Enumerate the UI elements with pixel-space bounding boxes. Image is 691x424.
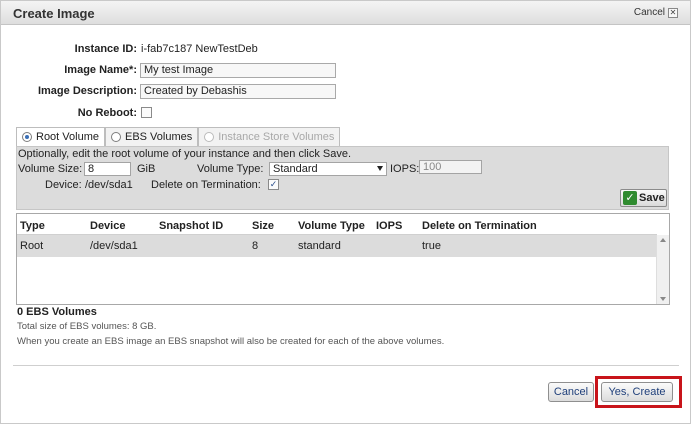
volume-type-label: Volume Type: [197, 163, 264, 175]
dropdown-arrow-icon [377, 166, 383, 171]
volume-tabs: Root Volume EBS Volumes Instance Store V… [16, 127, 341, 146]
column-header: Delete on Termination [422, 220, 537, 232]
table-cell: Root [20, 240, 44, 252]
iops-label: IOPS: [390, 163, 420, 175]
delete-on-termination-label: Delete on Termination: [151, 179, 261, 191]
volume-size-input[interactable]: 8 [84, 162, 131, 176]
root-volume-panel: Optionally, edit the root volume of your… [16, 146, 669, 210]
root-volume-instructions: Optionally, edit the root volume of your… [18, 148, 352, 160]
table-cell: standard [298, 240, 341, 252]
instance-id-row: Instance ID: i-fab7c187 NewTestDeb [1, 41, 691, 59]
dialog-titlebar: Create Image Cancel ✕ [1, 1, 690, 25]
table-row[interactable]: Root /dev/sda1 8 standard true [17, 235, 657, 257]
tab-instance-store-volumes-label: Instance Store Volumes [218, 131, 335, 143]
image-description-row: Image Description: Created by Debashis [1, 83, 691, 101]
tab-ebs-volumes-label: EBS Volumes [124, 131, 193, 143]
snapshot-note: When you create an EBS image an EBS snap… [17, 336, 445, 347]
table-cell: /dev/sda1 [90, 240, 138, 252]
column-header: Volume Type [298, 220, 365, 232]
volume-type-select[interactable]: Standard [269, 162, 387, 176]
dialog-title: Create Image [13, 6, 95, 21]
tab-ebs-volumes[interactable]: EBS Volumes [104, 127, 199, 146]
instance-id-value: i-fab7c187 NewTestDeb [141, 43, 258, 55]
volumes-table: Type Device Snapshot ID Size Volume Type… [16, 213, 670, 305]
tab-root-volume[interactable]: Root Volume [16, 127, 105, 146]
column-header: Size [252, 220, 275, 232]
cancel-button[interactable]: Cancel [548, 382, 594, 402]
image-description-label: Image Description: [37, 85, 137, 97]
tab-root-volume-label: Root Volume [36, 131, 99, 143]
no-reboot-checkbox[interactable] [141, 107, 152, 118]
device-value: /dev/sda1 [85, 179, 133, 191]
checkmark-icon: ✓ [623, 191, 637, 205]
column-header: Device [90, 220, 126, 232]
volume-size-unit: GiB [137, 163, 156, 175]
cancel-button-label: Cancel [553, 386, 589, 398]
volume-size-label: Volume Size: [18, 163, 83, 175]
image-name-input[interactable]: My test Image [140, 63, 336, 78]
volume-type-selected: Standard [273, 163, 318, 175]
create-image-dialog: Create Image Cancel ✕ Instance ID: i-fab… [0, 0, 691, 424]
image-name-label: Image Name*: [64, 64, 137, 76]
delete-on-termination-checkbox[interactable]: ✓ [268, 179, 279, 190]
iops-input[interactable]: 100 [419, 160, 482, 174]
save-button-label: Save [639, 192, 665, 204]
save-button[interactable]: ✓ Save [620, 189, 667, 207]
image-description-input[interactable]: Created by Debashis [140, 84, 336, 99]
table-cell: true [422, 240, 441, 252]
radio-selected-icon [22, 132, 32, 142]
no-reboot-row: No Reboot: [1, 104, 691, 122]
device-label: Device: [45, 179, 82, 191]
radio-disabled-icon [204, 132, 215, 142]
total-size-note: Total size of EBS volumes: 8 GB. [17, 321, 157, 332]
table-scrollbar[interactable] [656, 235, 669, 304]
footer-divider [13, 365, 679, 366]
radio-icon [110, 132, 121, 142]
scroll-up-icon[interactable] [660, 238, 666, 242]
table-cell: 8 [252, 240, 259, 252]
tab-instance-store-volumes: Instance Store Volumes [198, 127, 341, 146]
close-icon[interactable]: ✕ [668, 7, 678, 18]
table-header: Type Device Snapshot ID Size Volume Type… [17, 214, 657, 235]
column-header: Snapshot ID [159, 220, 224, 232]
column-header: IOPS [376, 220, 403, 232]
highlight-box [595, 376, 682, 408]
no-reboot-label: No Reboot: [77, 107, 137, 119]
instance-id-label: Instance ID: [74, 43, 137, 55]
dialog-cancel-link[interactable]: Cancel ✕ [634, 7, 678, 18]
column-header: Type [20, 220, 45, 232]
dialog-cancel-link-label: Cancel [633, 7, 665, 18]
image-name-row: Image Name*: My test Image [1, 62, 691, 80]
ebs-volume-count: 0 EBS Volumes [17, 306, 97, 318]
scroll-down-icon[interactable] [660, 297, 666, 301]
